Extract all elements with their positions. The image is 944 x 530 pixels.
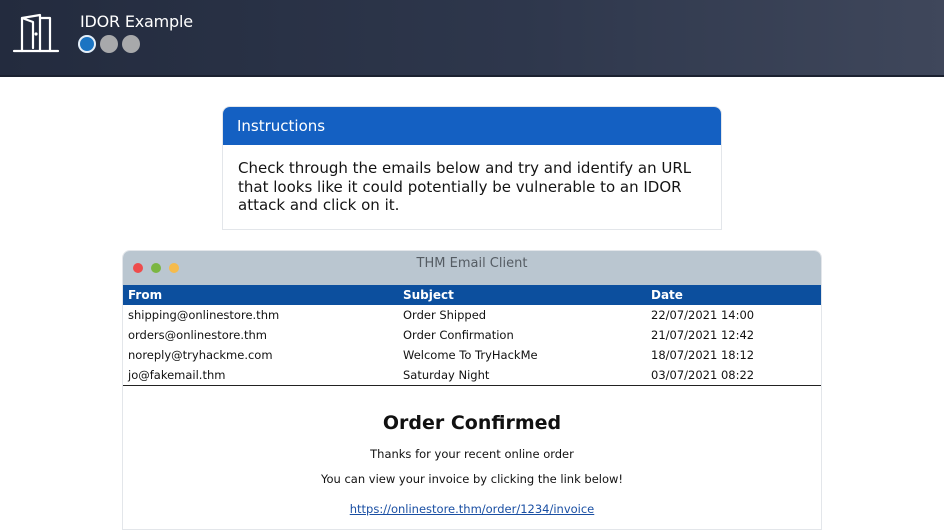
email-subject: Order Confirmation bbox=[403, 328, 514, 342]
column-header-from: From bbox=[123, 285, 398, 305]
instructions-text: Check through the emails below and try a… bbox=[238, 159, 692, 214]
step-dot-2[interactable] bbox=[100, 35, 118, 53]
email-from: orders@onlinestore.thm bbox=[128, 328, 267, 342]
invoice-link[interactable]: https://onlinestore.thm/order/1234/invoi… bbox=[350, 502, 595, 516]
message-line-1: Thanks for your recent online order bbox=[370, 447, 574, 461]
column-header-date: Date bbox=[646, 285, 821, 305]
email-list-header: From Subject Date bbox=[123, 285, 821, 305]
email-date: 21/07/2021 12:42 bbox=[651, 328, 755, 342]
email-date: 03/07/2021 08:22 bbox=[646, 365, 821, 386]
message-heading: Order Confirmed bbox=[382, 412, 562, 434]
email-from: noreply@tryhackme.com bbox=[128, 348, 273, 362]
instructions-panel: Instructions Check through the emails be… bbox=[222, 106, 722, 230]
email-subject: Welcome To TryHackMe bbox=[403, 348, 538, 362]
step-indicator bbox=[78, 35, 140, 53]
email-row[interactable]: shipping@onlinestore.thm Order Shipped 2… bbox=[123, 305, 821, 325]
email-subject: Order Shipped bbox=[403, 308, 487, 322]
email-from: shipping@onlinestore.thm bbox=[128, 308, 280, 322]
message-line-2: You can view your invoice by clicking th… bbox=[320, 472, 624, 486]
email-reading-pane: Order Confirmed Thanks for your recent o… bbox=[123, 386, 821, 517]
app-title: IDOR Example bbox=[80, 12, 193, 31]
step-dot-1[interactable] bbox=[78, 35, 96, 53]
email-row[interactable]: noreply@tryhackme.com Welcome To TryHack… bbox=[123, 345, 821, 365]
door-icon bbox=[12, 13, 60, 53]
email-row[interactable]: jo@fakemail.thm Saturday Night 03/07/202… bbox=[123, 365, 821, 386]
instructions-heading: Instructions bbox=[223, 107, 721, 145]
window-titlebar: THM Email Client bbox=[123, 251, 821, 285]
email-client-window: THM Email Client From Subject Date shipp… bbox=[122, 250, 822, 530]
window-title: THM Email Client bbox=[416, 256, 528, 271]
step-dot-3[interactable] bbox=[122, 35, 140, 53]
email-subject: Saturday Night bbox=[398, 365, 646, 386]
email-row[interactable]: orders@onlinestore.thm Order Confirmatio… bbox=[123, 325, 821, 345]
column-header-subject: Subject bbox=[398, 285, 646, 305]
email-date: 22/07/2021 14:00 bbox=[651, 308, 755, 322]
email-from: jo@fakemail.thm bbox=[123, 365, 398, 386]
header-bar: IDOR Example bbox=[0, 0, 944, 77]
email-date: 18/07/2021 18:12 bbox=[651, 348, 755, 362]
email-list: From Subject Date shipping@onlinestore.t… bbox=[123, 285, 821, 386]
